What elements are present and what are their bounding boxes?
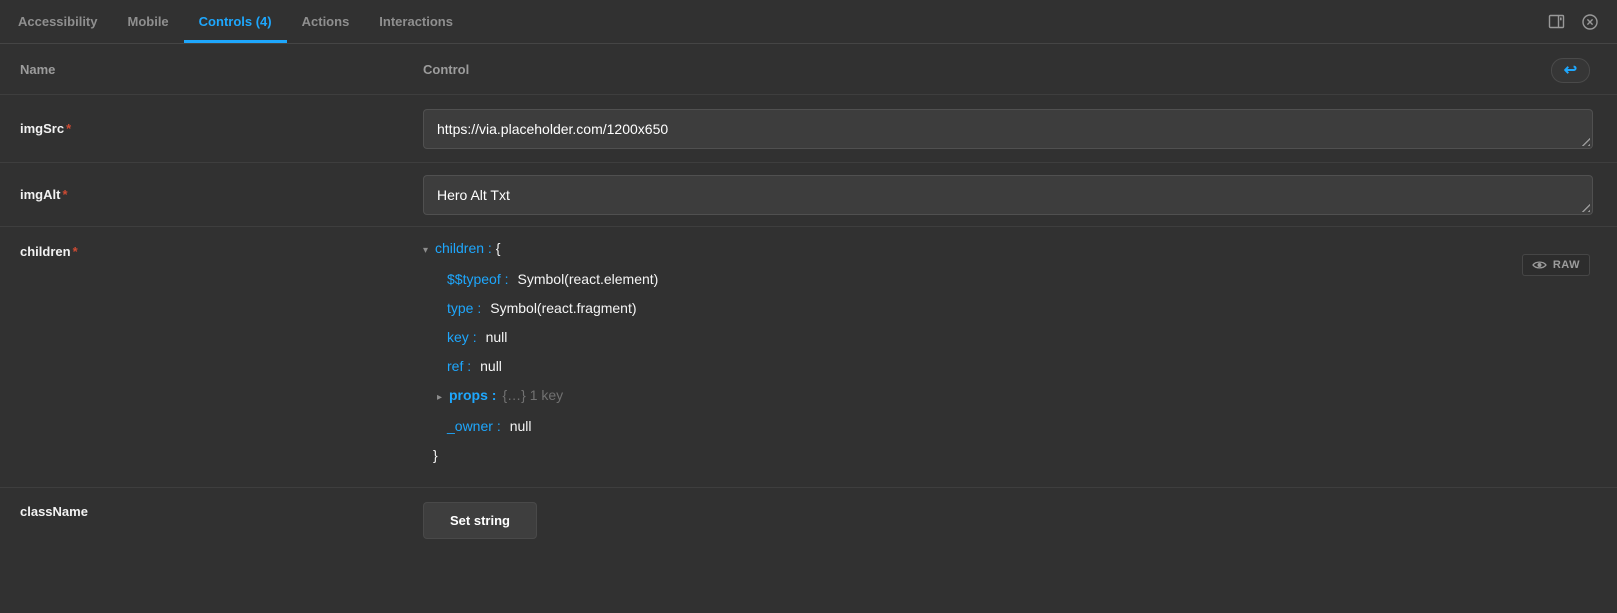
control-label-children: children (20, 244, 71, 259)
tab-controls[interactable]: Controls (4) (184, 0, 287, 43)
tree-entry-typeof: $$typeof :Symbol(react.element) (423, 265, 1593, 294)
set-string-button[interactable]: Set string (423, 502, 537, 539)
addon-panel-tabbar: Accessibility Mobile Controls (4) Action… (0, 0, 1617, 44)
caret-down-icon[interactable]: ▾ (423, 236, 435, 265)
control-label-classname: className (20, 504, 88, 519)
control-row-imgsrc: imgSrc* https://via.placeholder.com/1200… (0, 95, 1617, 163)
control-row-classname: className Set string (0, 488, 1617, 612)
tree-key: children (435, 240, 484, 256)
tab-interactions[interactable]: Interactions (364, 0, 468, 43)
eye-icon (1532, 259, 1547, 271)
name-column-header: Name (0, 62, 423, 77)
control-row-children: children* ▾children : { $$typeof :Symbol… (0, 227, 1617, 488)
raw-toggle-button[interactable]: RAW (1522, 254, 1590, 276)
control-label-imgsrc: imgSrc (20, 121, 64, 136)
undo-icon: ↩ (1564, 63, 1577, 79)
panel-position-icon[interactable] (1548, 13, 1565, 30)
close-panel-icon[interactable] (1581, 13, 1599, 31)
tree-root-line: ▾children : { (423, 234, 1593, 265)
controls-table-header: Name Control ↩ (0, 44, 1617, 95)
imgsrc-text-input[interactable]: https://via.placeholder.com/1200x650 (423, 109, 1593, 149)
tab-mobile[interactable]: Mobile (113, 0, 184, 43)
tree-entry-type: type :Symbol(react.fragment) (423, 294, 1593, 323)
object-tree: ▾children : { $$typeof :Symbol(react.ele… (423, 227, 1593, 470)
tree-entry-key: key :null (423, 323, 1593, 352)
tree-entry-ref: ref :null (423, 352, 1593, 381)
tree-entry-props: ▸props :{…} 1 key (423, 381, 1593, 412)
reset-controls-button[interactable]: ↩ (1551, 58, 1590, 83)
control-row-imgalt: imgAlt* Hero Alt Txt (0, 163, 1617, 227)
control-column-header: Control (423, 62, 469, 77)
required-asterisk: * (66, 121, 71, 136)
required-asterisk: * (62, 187, 67, 202)
close-brace: } (433, 447, 438, 463)
raw-label: RAW (1553, 259, 1580, 271)
tree-entry-owner: _owner :null (423, 412, 1593, 441)
tree-close-line: } (423, 441, 1593, 470)
control-label-imgalt: imgAlt (20, 187, 60, 202)
tab-actions[interactable]: Actions (287, 0, 365, 43)
tab-accessibility[interactable]: Accessibility (3, 0, 113, 43)
open-brace: { (496, 240, 501, 256)
required-asterisk: * (73, 244, 78, 259)
caret-right-icon[interactable]: ▸ (437, 383, 449, 412)
imgalt-text-input[interactable]: Hero Alt Txt (423, 175, 1593, 215)
tab-list: Accessibility Mobile Controls (4) Action… (3, 0, 468, 43)
